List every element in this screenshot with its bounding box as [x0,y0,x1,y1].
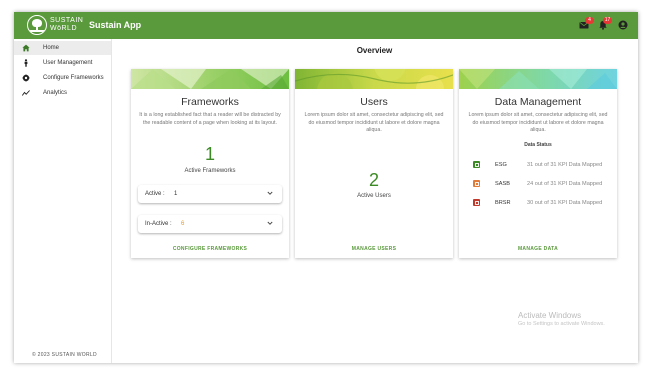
inactive-label: In-Active : [145,221,172,227]
page-title: Overview [356,46,393,55]
active-frameworks-count: 1 [204,144,215,164]
active-label: Active : [145,191,165,197]
users-title: Users [360,96,388,108]
users-banner-image [295,69,453,89]
person-icon [24,59,28,67]
sidebar-item-analytics[interactable]: Analytics [14,86,111,100]
brand-line-1: SUSTAIN [50,17,84,24]
manage-users-button[interactable]: MANAGE USERS [295,246,453,252]
inactive-value: 6 [181,221,185,227]
brand-line-2: WöRLD [50,25,78,32]
chevron-down-icon [267,191,273,195]
sidebar-item-label: Home [43,44,60,51]
sidebar-item-configure-frameworks[interactable]: Configure Frameworks [14,71,111,85]
data-status-title: Data Status [524,142,552,148]
sidebar: Home User Management Configure Framework… [14,39,112,363]
active-users-label: Active Users [357,193,391,199]
top-bar: SUSTAIN WöRLD Sustain App 4 17 [14,12,638,39]
active-value: 1 [174,191,178,197]
chevron-down-icon [267,221,273,225]
framework-name: SASB [495,180,510,187]
frameworks-card: Frameworks It is a long established fact… [131,69,289,258]
home-icon [22,44,30,52]
mapping-status: 31 out of 31 KPI Data Mapped [527,161,603,168]
active-users-count: 2 [368,170,379,190]
account-icon[interactable] [618,20,628,30]
sidebar-item-label: Configure Frameworks [43,74,104,81]
activate-windows-title: Activate Windows [518,311,582,320]
users-card: Users Lorem ipsum dolor sit amet, consec… [295,69,453,258]
logo-icon [27,15,47,35]
active-frameworks-dropdown[interactable]: Active : 1 [138,185,282,203]
mapping-status: 30 out of 31 KPI Data Mapped [527,199,603,206]
data-management-title: Data Management [494,96,582,108]
data-status-row-brsr: BRSR 30 out of 31 KPI Data Mapped [473,198,613,208]
active-frameworks-label: Active Frameworks [184,168,236,174]
app-title: Sustain App [89,20,142,30]
framework-name: BRSR [495,199,511,206]
settings-icon [22,74,30,82]
sidebar-item-label: Analytics [43,89,68,96]
esg-table-icon [473,161,480,168]
mail-badge: 4 [585,17,594,24]
data-status-row-sasb: SASB 24 out of 31 KPI Data Mapped [473,179,613,189]
data-management-banner-image [459,69,617,89]
frameworks-banner-image [131,69,289,89]
frameworks-description: It is a long established fact that a rea… [139,112,281,126]
manage-data-button[interactable]: MANAGE DATA [459,246,617,252]
sidebar-item-user-management[interactable]: User Management [14,56,111,70]
frameworks-title: Frameworks [181,96,239,108]
brsr-table-icon [473,199,480,206]
data-management-description: Lorem ipsum dolor sit amet, consectetur … [468,112,608,133]
app-window: SUSTAIN WöRLD Sustain App 4 17 Home User… [14,12,638,363]
configure-frameworks-button[interactable]: CONFIGURE FRAMEWORKS [131,246,289,252]
brand-logo-text: SUSTAIN WöRLD [50,17,83,33]
data-status-row-esg: ESG 31 out of 31 KPI Data Mapped [473,160,613,170]
data-management-card: Data Management Lorem ipsum dolor sit am… [459,69,617,258]
sasb-table-icon [473,180,480,187]
copyright-text: © 2023 SUSTAIN WORLD [32,352,97,358]
sidebar-item-home[interactable]: Home [14,41,111,55]
users-description: Lorem ipsum dolor sit amet, consectetur … [304,112,444,133]
inactive-frameworks-dropdown[interactable]: In-Active : 6 [138,215,282,233]
framework-name: ESG [495,161,507,168]
sidebar-item-label: User Management [43,59,93,66]
activate-windows-subtitle: Go to Settings to activate Windows. [518,321,605,327]
mapping-status: 24 out of 31 KPI Data Mapped [527,180,603,187]
analytics-icon [22,90,30,96]
notification-badge: 17 [603,17,612,24]
